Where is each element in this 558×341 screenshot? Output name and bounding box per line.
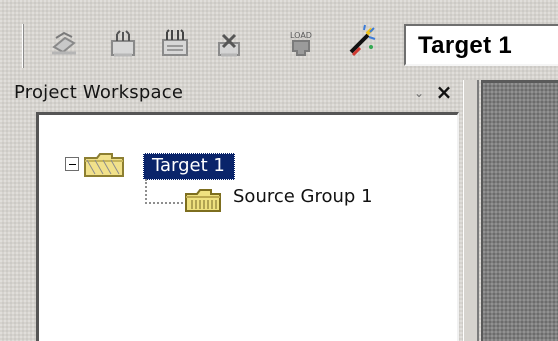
toolbar-grip[interactable] xyxy=(22,24,26,68)
stop-build-button[interactable] xyxy=(209,23,249,63)
project-tree[interactable]: Target 1 Source Group 1 xyxy=(36,112,459,341)
download-icon: LOAD xyxy=(290,31,312,56)
rebuild-all-icon xyxy=(162,29,188,56)
target-options-button[interactable] xyxy=(341,23,381,63)
target-folder-icon xyxy=(84,153,124,177)
source-group-item[interactable]: Source Group 1 xyxy=(233,186,373,207)
tree-branch-line xyxy=(145,179,183,204)
build-target-button[interactable] xyxy=(103,23,143,63)
collapse-toggle-icon[interactable] xyxy=(65,157,79,171)
rebuild-all-button[interactable] xyxy=(155,23,195,63)
tree-root-item[interactable]: Target 1 xyxy=(143,153,235,180)
build-target-icon xyxy=(111,30,135,57)
svg-text:LOAD: LOAD xyxy=(290,31,312,40)
panel-close-icon[interactable]: × xyxy=(435,81,453,103)
stop-build-icon xyxy=(218,33,240,57)
target-select[interactable]: Target 1 xyxy=(404,24,558,66)
project-workspace-header: Project Workspace ⌄ × xyxy=(12,81,457,106)
target-select-value: Target 1 xyxy=(418,32,512,59)
panel-menu-icon[interactable]: ⌄ xyxy=(412,84,426,102)
project-workspace-title: Project Workspace xyxy=(14,82,184,103)
tree-root-label: Target 1 xyxy=(152,155,225,176)
project-workspace-panel: Project Workspace ⌄ × Target 1 Source Gr… xyxy=(12,81,463,341)
translate-button[interactable] xyxy=(44,23,84,63)
editor-area xyxy=(481,80,558,341)
download-button[interactable]: LOAD xyxy=(281,23,321,63)
source-group-folder-icon xyxy=(185,189,221,212)
translate-icon xyxy=(52,31,76,55)
keil-uvision-window: LOAD Target 1 Project Workspace ⌄ × Targ… xyxy=(0,0,558,341)
main-toolbar: LOAD Target 1 xyxy=(0,0,558,78)
target-options-icon xyxy=(349,24,376,57)
workspace-splitter[interactable] xyxy=(463,80,481,341)
